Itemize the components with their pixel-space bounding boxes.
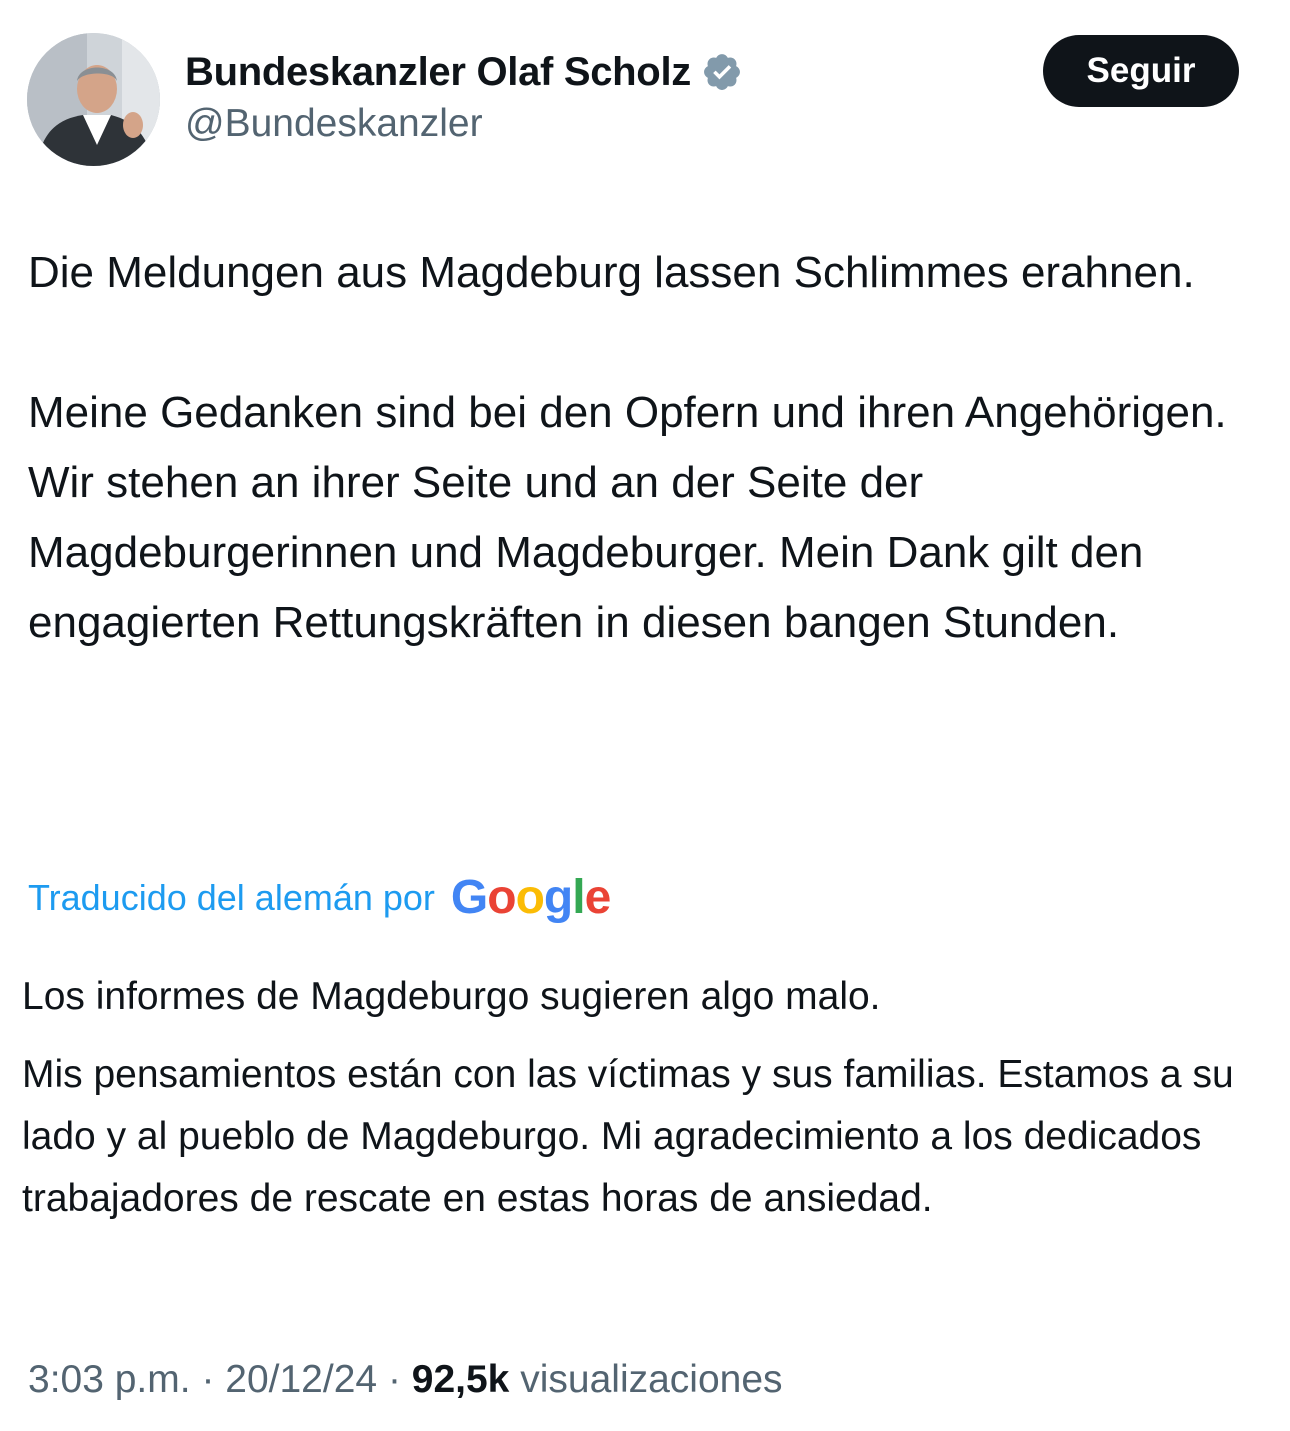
avatar-photo — [27, 33, 160, 166]
follow-button[interactable]: Seguir — [1043, 35, 1239, 107]
avatar[interactable] — [27, 33, 160, 166]
tweet-original-text: Die Meldungen aus Magdeburg lassen Schli… — [28, 238, 1258, 658]
google-logo-letter: o — [487, 871, 516, 924]
views-label: visualizaciones — [520, 1358, 783, 1401]
meta-separator: · — [201, 1358, 215, 1401]
tweet-time[interactable]: 3:03 p.m. — [28, 1358, 191, 1401]
translation-attribution[interactable]: Traducido del alemán por Google — [28, 866, 612, 930]
views-count: 92,5k — [411, 1358, 510, 1401]
google-logo: Google — [450, 871, 612, 924]
tweet-translation-text: Los informes de Magdeburgo sugieren algo… — [22, 966, 1262, 1230]
tweet-meta: 3:03 p.m. · 20/12/24 · 92,5k visualizaci… — [28, 1358, 783, 1402]
author-display-name[interactable]: Bundeskanzler Olaf Scholz — [185, 50, 691, 95]
tweet-date[interactable]: 20/12/24 — [225, 1358, 377, 1401]
translation-paragraph: Los informes de Magdeburgo sugieren algo… — [22, 975, 881, 1018]
original-paragraph: Meine Gedanken sind bei den Opfern und i… — [28, 388, 1227, 647]
google-logo-letter: e — [584, 871, 612, 924]
google-logo-letter: g — [543, 871, 573, 924]
original-paragraph: Die Meldungen aus Magdeburg lassen Schli… — [28, 248, 1195, 297]
google-logo-letter: G — [450, 871, 488, 924]
google-logo-letter: l — [572, 871, 585, 924]
meta-separator: · — [387, 1358, 401, 1401]
translation-paragraph: Mis pensamientos están con las víctimas … — [22, 1053, 1234, 1220]
author-handle[interactable]: @Bundeskanzler — [185, 102, 483, 146]
google-logo-letter: o — [515, 871, 545, 924]
author-name-row: Bundeskanzler Olaf Scholz — [185, 46, 743, 98]
translated-by-label[interactable]: Traducido del alemán por — [28, 877, 435, 919]
verified-badge-icon[interactable] — [701, 51, 743, 93]
